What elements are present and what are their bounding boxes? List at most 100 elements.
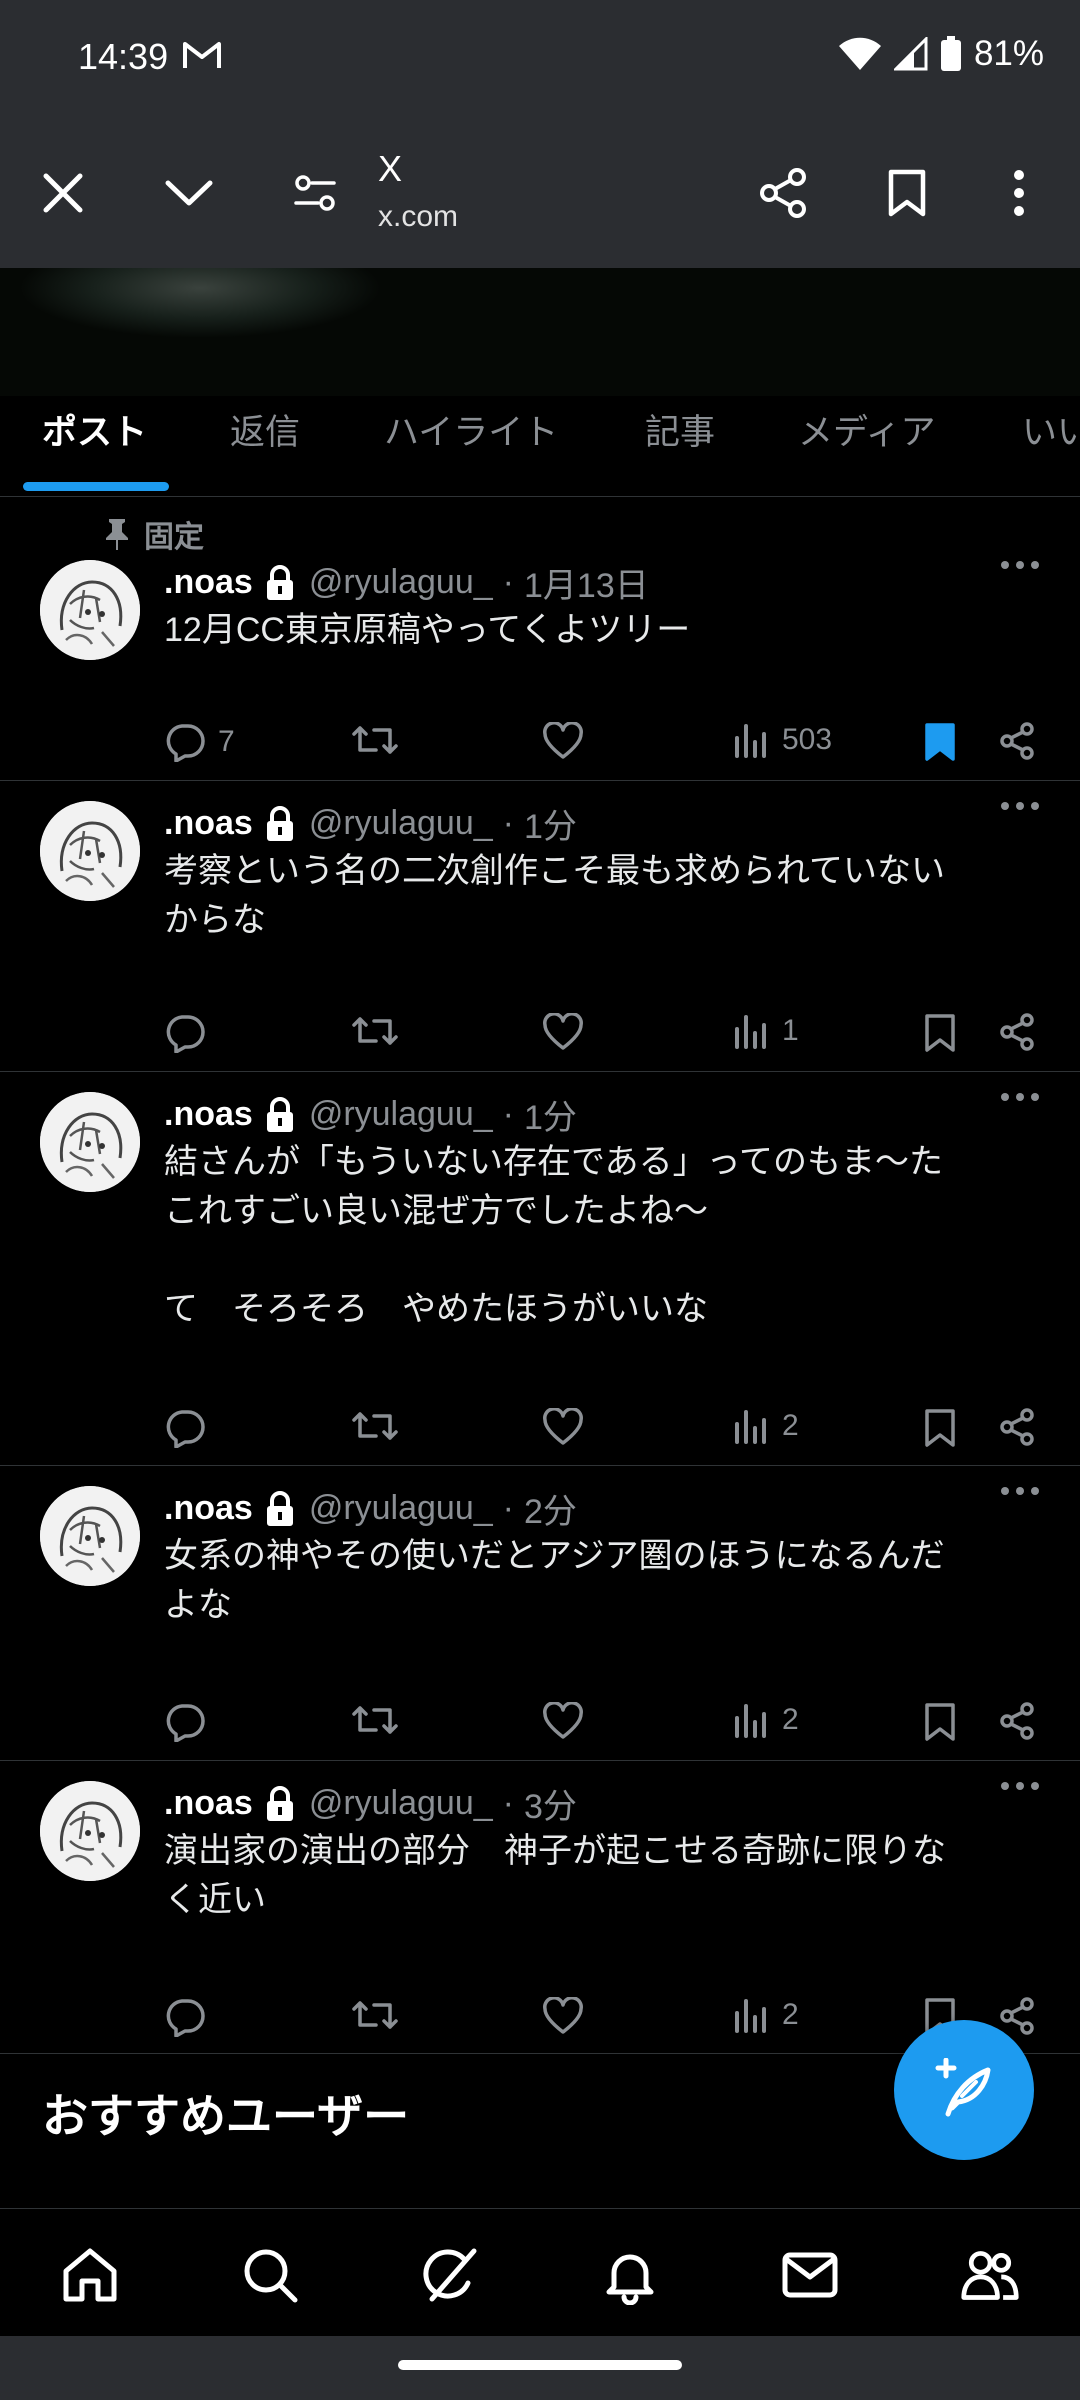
bookmark-icon bbox=[924, 1408, 956, 1448]
reply-button[interactable] bbox=[164, 1997, 218, 2037]
compose-post-button[interactable] bbox=[894, 2020, 1034, 2160]
like-button[interactable] bbox=[542, 1997, 584, 2035]
repost-button[interactable] bbox=[352, 1013, 398, 1049]
reply-button[interactable] bbox=[164, 1702, 218, 1742]
more-horizontal-icon[interactable] bbox=[1000, 801, 1040, 811]
view-count: 2 bbox=[782, 1998, 799, 2031]
username[interactable]: @ryulaguu_ bbox=[309, 1489, 493, 1528]
post[interactable]: .noas @ryulaguu_ · 2分 女系の神やその使いだとアジア圏のほう… bbox=[0, 1466, 1080, 1761]
grok-icon[interactable] bbox=[420, 2245, 480, 2305]
close-icon[interactable] bbox=[28, 158, 98, 228]
post[interactable]: .noas @ryulaguu_ · 1分 考察という名の二次創作こそ最も求めら… bbox=[0, 781, 1080, 1072]
views-button[interactable]: 2 bbox=[734, 1408, 799, 1444]
more-vertical-icon[interactable] bbox=[984, 158, 1054, 228]
views-button[interactable]: 1 bbox=[734, 1013, 799, 1049]
separator-dot: · bbox=[502, 563, 514, 601]
post[interactable]: .noas @ryulaguu_ · 1分 結さんが「もういない存在である」って… bbox=[0, 1072, 1080, 1466]
post-timestamp[interactable]: 1分 bbox=[524, 799, 577, 848]
gmail-icon bbox=[182, 40, 222, 70]
share-icon[interactable] bbox=[748, 158, 818, 228]
avatar[interactable] bbox=[40, 1781, 140, 1881]
post-timestamp[interactable]: 2分 bbox=[524, 1484, 577, 1533]
share-button[interactable] bbox=[998, 1013, 1036, 1051]
like-button[interactable] bbox=[542, 1702, 584, 1740]
username[interactable]: @ryulaguu_ bbox=[309, 1784, 493, 1823]
messages-icon[interactable] bbox=[780, 2245, 840, 2305]
post-timestamp[interactable]: 1分 bbox=[524, 1090, 577, 1139]
share-button[interactable] bbox=[998, 1997, 1036, 2035]
analytics-icon bbox=[734, 1408, 770, 1444]
post[interactable]: .noas @ryulaguu_ · 3分 演出家の演出の部分 神子が起こせる奇… bbox=[0, 1761, 1080, 2054]
suggested-users-title: おすすめユーザー bbox=[42, 2090, 410, 2142]
site-settings-icon[interactable] bbox=[280, 158, 350, 228]
display-name[interactable]: .noas bbox=[164, 1095, 253, 1134]
gesture-handle[interactable] bbox=[398, 2360, 682, 2370]
tab-likes[interactable]: いい bbox=[1022, 404, 1080, 455]
search-icon[interactable] bbox=[240, 2245, 300, 2305]
avatar[interactable] bbox=[40, 1486, 140, 1586]
tab-articles[interactable]: 記事 bbox=[645, 404, 715, 455]
username[interactable]: @ryulaguu_ bbox=[309, 563, 493, 602]
username[interactable]: @ryulaguu_ bbox=[309, 1095, 493, 1134]
home-icon[interactable] bbox=[60, 2245, 120, 2305]
share-button[interactable] bbox=[998, 1408, 1036, 1446]
avatar[interactable] bbox=[40, 560, 140, 660]
tab-highlights[interactable]: ハイライト bbox=[384, 404, 558, 455]
display-name[interactable]: .noas bbox=[164, 804, 253, 843]
share-button[interactable] bbox=[998, 722, 1036, 760]
bookmark-button[interactable] bbox=[924, 1013, 956, 1053]
views-button[interactable]: 2 bbox=[734, 1997, 799, 2033]
display-name[interactable]: .noas bbox=[164, 563, 253, 602]
tab-media[interactable]: メディア bbox=[798, 404, 936, 455]
feather-plus-icon bbox=[932, 2058, 996, 2122]
avatar[interactable] bbox=[40, 1092, 140, 1192]
page-url[interactable]: x.com bbox=[378, 200, 458, 234]
views-button[interactable]: 503 bbox=[734, 722, 832, 758]
post-header: .noas @ryulaguu_ · 1月13日 bbox=[164, 558, 649, 607]
repost-button[interactable] bbox=[352, 722, 398, 758]
username[interactable]: @ryulaguu_ bbox=[309, 804, 493, 843]
signal-icon bbox=[893, 37, 928, 71]
like-button[interactable] bbox=[542, 1013, 584, 1051]
views-button[interactable]: 2 bbox=[734, 1702, 799, 1738]
like-button[interactable] bbox=[542, 722, 584, 760]
post[interactable]: .noas @ryulaguu_ · 1月13日 12月CC東京原稿やってくよツ… bbox=[0, 540, 1080, 781]
like-button[interactable] bbox=[542, 1408, 584, 1446]
post-text: 演出家の演出の部分 神子が起こせる奇跡に限りな く近い bbox=[164, 1832, 946, 1919]
repost-button[interactable] bbox=[352, 1997, 398, 2033]
analytics-icon bbox=[734, 1702, 770, 1738]
avatar[interactable] bbox=[40, 801, 140, 901]
chevron-down-icon[interactable] bbox=[154, 158, 224, 228]
lock-icon bbox=[265, 1096, 295, 1133]
display-name[interactable]: .noas bbox=[164, 1784, 253, 1823]
bottom-navigation bbox=[0, 2208, 1080, 2337]
share-icon bbox=[998, 722, 1036, 760]
view-count: 503 bbox=[782, 723, 833, 756]
repost-button[interactable] bbox=[352, 1702, 398, 1738]
bookmark-button[interactable] bbox=[924, 722, 956, 762]
post-actions: 2 bbox=[0, 1702, 1080, 1752]
reply-button[interactable]: 7 bbox=[164, 722, 235, 762]
view-count: 2 bbox=[782, 1703, 799, 1736]
tab-replies[interactable]: 返信 bbox=[230, 404, 300, 455]
more-horizontal-icon[interactable] bbox=[1000, 1092, 1040, 1102]
bookmark-button[interactable] bbox=[924, 1702, 956, 1742]
share-button[interactable] bbox=[998, 1702, 1036, 1740]
more-horizontal-icon[interactable] bbox=[1000, 1781, 1040, 1791]
lock-icon bbox=[265, 1785, 295, 1822]
post-timestamp[interactable]: 3分 bbox=[524, 1779, 577, 1828]
notifications-icon[interactable] bbox=[600, 2245, 660, 2305]
display-name[interactable]: .noas bbox=[164, 1489, 253, 1528]
bookmark-button[interactable] bbox=[924, 1408, 956, 1448]
repost-button[interactable] bbox=[352, 1408, 398, 1444]
reply-button[interactable] bbox=[164, 1013, 218, 1053]
more-horizontal-icon[interactable] bbox=[1000, 560, 1040, 570]
tab-posts[interactable]: ポスト bbox=[42, 404, 147, 455]
more-horizontal-icon[interactable] bbox=[1000, 1486, 1040, 1496]
bookmark-icon[interactable] bbox=[872, 158, 942, 228]
reply-icon bbox=[164, 1013, 206, 1053]
communities-icon[interactable] bbox=[960, 2245, 1020, 2305]
post-timestamp[interactable]: 1月13日 bbox=[524, 558, 649, 607]
reply-button[interactable] bbox=[164, 1408, 218, 1448]
gesture-navigation-bar bbox=[0, 2336, 1080, 2400]
